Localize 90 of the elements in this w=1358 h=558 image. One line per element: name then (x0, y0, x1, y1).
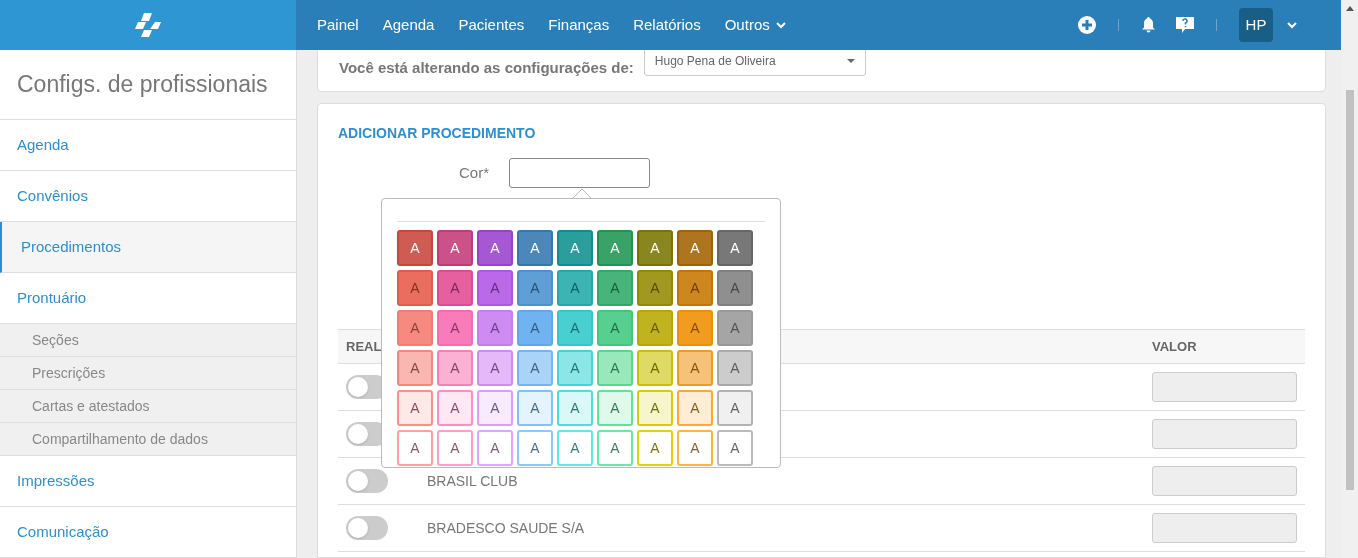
color-label: Cor* (459, 162, 489, 183)
color-swatch[interactable]: A (637, 310, 673, 346)
color-swatch[interactable]: A (597, 350, 633, 386)
caret-icon (846, 59, 855, 63)
table-cell-text: BRADESCO SAUDE S/A (427, 518, 585, 538)
color-swatch[interactable]: A (517, 230, 553, 266)
color-swatch[interactable]: A (717, 350, 753, 386)
section-title: ADICIONAR PROCEDIMENTO (338, 124, 537, 143)
color-swatch[interactable]: A (637, 230, 673, 266)
color-swatch[interactable]: A (637, 390, 673, 426)
sidebar-title: Configs. de profissionais (17, 70, 268, 100)
color-swatch[interactable]: A (637, 430, 673, 466)
color-swatch[interactable]: A (717, 270, 753, 306)
sidebar-subitem[interactable]: Cartas e atestados (0, 390, 296, 423)
value-input[interactable] (1152, 419, 1297, 449)
nav-link[interactable]: Pacientes (458, 13, 525, 37)
color-swatch[interactable]: A (597, 270, 633, 306)
logo-icon[interactable] (135, 13, 161, 37)
chevron-down-icon (775, 21, 786, 29)
nav-link[interactable]: Outros (724, 13, 786, 37)
color-swatch[interactable]: A (717, 230, 753, 266)
color-swatch[interactable]: A (477, 390, 513, 426)
scroll-up-icon[interactable] (1345, 6, 1354, 11)
sidebar-subitem[interactable]: Compartilhamento de dados (0, 423, 296, 456)
color-swatch[interactable]: A (517, 430, 553, 466)
chevron-down-icon[interactable] (1287, 21, 1297, 29)
color-swatch[interactable]: A (477, 430, 513, 466)
nav-link[interactable]: Agenda (382, 13, 435, 37)
color-swatch[interactable]: A (557, 310, 593, 346)
value-input[interactable] (1152, 372, 1297, 402)
sidebar-subitem[interactable]: Seções (0, 324, 296, 357)
color-swatch[interactable]: A (597, 430, 633, 466)
color-swatch[interactable]: A (677, 230, 713, 266)
color-swatch[interactable]: A (637, 270, 673, 306)
table-cell-text: BRASIL CLUB (427, 471, 518, 491)
color-swatch[interactable]: A (557, 390, 593, 426)
color-swatch[interactable]: A (557, 430, 593, 466)
color-swatch[interactable]: A (397, 230, 433, 266)
color-swatch[interactable]: A (677, 430, 713, 466)
color-swatch[interactable]: A (437, 350, 473, 386)
color-swatch[interactable]: A (717, 430, 753, 466)
add-icon[interactable] (1078, 16, 1096, 34)
color-swatch[interactable]: A (677, 390, 713, 426)
value-input[interactable] (1152, 466, 1297, 496)
user-avatar[interactable]: HP (1239, 8, 1273, 42)
color-swatch[interactable]: A (437, 270, 473, 306)
color-swatch[interactable]: A (677, 350, 713, 386)
color-swatch[interactable]: A (397, 310, 433, 346)
color-swatch[interactable]: A (677, 310, 713, 346)
color-swatch[interactable]: A (717, 310, 753, 346)
scrollbar-thumb[interactable] (1345, 90, 1354, 490)
toggle-switch[interactable] (346, 469, 388, 493)
color-swatch[interactable]: A (597, 230, 633, 266)
color-swatch[interactable]: A (597, 390, 633, 426)
nav-link[interactable]: Finanças (548, 13, 610, 37)
color-swatch[interactable]: A (437, 310, 473, 346)
color-swatch[interactable]: A (637, 350, 673, 386)
color-swatch[interactable]: A (397, 430, 433, 466)
nav-link[interactable]: Relatórios (633, 13, 701, 37)
color-swatch[interactable]: A (557, 230, 593, 266)
color-swatch[interactable]: A (477, 310, 513, 346)
color-swatch[interactable]: A (717, 390, 753, 426)
professional-label: Você está alterando as configurações de: (339, 57, 634, 78)
color-swatch[interactable]: A (517, 310, 553, 346)
bell-icon[interactable] (1141, 17, 1156, 33)
color-swatch[interactable]: A (437, 390, 473, 426)
sidebar-subitem[interactable]: Prescrições (0, 357, 296, 390)
color-swatch[interactable]: A (397, 390, 433, 426)
color-swatch[interactable]: A (597, 310, 633, 346)
color-swatch[interactable]: A (437, 230, 473, 266)
color-swatch[interactable]: A (517, 350, 553, 386)
sidebar-item[interactable]: Procedimentos (0, 222, 296, 273)
toggle-switch[interactable] (346, 516, 388, 540)
color-swatch[interactable]: A (397, 350, 433, 386)
column-header: REAL (346, 337, 382, 356)
color-swatch[interactable]: A (557, 270, 593, 306)
professional-select[interactable]: Hugo Pena de Oliveira (643, 50, 866, 76)
color-swatch[interactable]: A (477, 350, 513, 386)
color-swatch[interactable]: A (437, 430, 473, 466)
value-input[interactable] (1152, 513, 1297, 543)
nav-link[interactable]: Painel (317, 13, 359, 37)
color-swatch[interactable]: A (517, 270, 553, 306)
color-swatch[interactable]: A (677, 270, 713, 306)
color-swatch[interactable]: A (517, 390, 553, 426)
color-swatch[interactable]: A (557, 350, 593, 386)
help-icon[interactable] (1176, 16, 1194, 34)
color-swatch[interactable]: A (477, 230, 513, 266)
color-swatch[interactable]: A (397, 270, 433, 306)
column-header: VALOR (1152, 337, 1198, 356)
color-swatch[interactable]: A (477, 270, 513, 306)
